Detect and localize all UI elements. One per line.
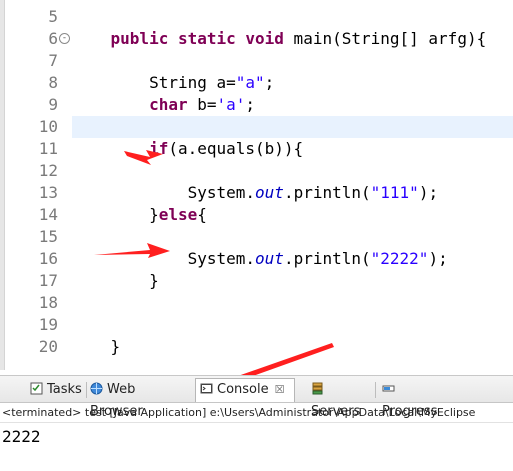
line-number: 17 bbox=[38, 271, 58, 290]
code-text: }else{ bbox=[72, 205, 207, 224]
code-text: System.out.println("2222"); bbox=[72, 249, 448, 268]
tab-servers[interactable]: Servers bbox=[307, 379, 373, 419]
console-icon bbox=[200, 382, 217, 397]
servers-icon bbox=[311, 382, 328, 397]
fold-toggle-icon[interactable]: - bbox=[59, 33, 70, 44]
code-text: } bbox=[72, 271, 159, 290]
code-text: if(a.equals(b)){ bbox=[149, 139, 304, 158]
console-panel: Tasks Web Browser Console ☒ Servers Progress … bbox=[0, 375, 513, 471]
code-text: char b='a'; bbox=[149, 95, 256, 114]
code-text: System.out.println("111"); bbox=[72, 183, 439, 202]
line-number: 10 bbox=[38, 117, 58, 136]
tab-separator bbox=[375, 382, 376, 398]
code-line[interactable]: 18 bbox=[0, 292, 513, 314]
line-number: 9 bbox=[48, 95, 58, 114]
code-text: } bbox=[72, 337, 121, 356]
code-text: public static void main(String[] arfg){ bbox=[110, 29, 487, 48]
line-number: 15 bbox=[38, 227, 58, 246]
code-line[interactable]: 20 } bbox=[0, 336, 513, 358]
code-line[interactable]: 9 char b='a'; bbox=[0, 94, 513, 116]
line-number: 12 bbox=[38, 161, 58, 180]
code-editor[interactable]: 5 6- public static void main(String[] arf… bbox=[0, 0, 513, 370]
code-text: String a="a"; bbox=[72, 73, 275, 92]
globe-icon bbox=[90, 382, 107, 397]
console-status: <terminated> test [Java Application] e:\… bbox=[0, 403, 513, 423]
line-number: 11 bbox=[38, 139, 58, 158]
line-number: 13 bbox=[38, 183, 58, 202]
code-line[interactable]: 14 }else{ bbox=[0, 204, 513, 226]
code-line[interactable]: 5 bbox=[0, 6, 513, 28]
line-number: 16 bbox=[38, 249, 58, 268]
code-line[interactable]: 12 bbox=[0, 160, 513, 182]
code-line[interactable]: 17 } bbox=[0, 270, 513, 292]
tab-web-browser[interactable]: Web Browser bbox=[86, 379, 188, 419]
line-number: 20 bbox=[38, 337, 58, 356]
code-line[interactable]: 19 bbox=[0, 314, 513, 336]
tab-label: Console bbox=[217, 382, 269, 397]
console-output[interactable]: 2222 bbox=[2, 426, 41, 448]
code-line[interactable]: 13 System.out.println("111"); bbox=[0, 182, 513, 204]
tab-console[interactable]: Console ☒ bbox=[195, 378, 295, 402]
line-number: 19 bbox=[38, 315, 58, 334]
close-icon[interactable]: ☒ bbox=[275, 383, 285, 396]
code-line[interactable]: 10 bbox=[0, 116, 513, 138]
tab-tasks[interactable]: Tasks bbox=[26, 379, 84, 401]
tasks-icon bbox=[30, 382, 47, 397]
console-tab-bar: Tasks Web Browser Console ☒ Servers Progress bbox=[0, 376, 513, 419]
line-number: 18 bbox=[38, 293, 58, 312]
line-number: 6 bbox=[48, 29, 58, 48]
progress-icon bbox=[382, 382, 399, 397]
code-line[interactable]: 16 System.out.println("2222"); bbox=[0, 248, 513, 270]
code-line[interactable]: 8 String a="a"; bbox=[0, 72, 513, 94]
code-line[interactable]: 7 bbox=[0, 50, 513, 72]
code-line[interactable]: 6- public static void main(String[] arfg… bbox=[0, 28, 513, 50]
line-number: 7 bbox=[48, 51, 58, 70]
code-line[interactable]: 15 bbox=[0, 226, 513, 248]
line-number: 14 bbox=[38, 205, 58, 224]
tab-progress[interactable]: Progress bbox=[378, 379, 454, 419]
line-number: 8 bbox=[48, 73, 58, 92]
line-number: 5 bbox=[48, 7, 58, 26]
tab-label: Tasks bbox=[47, 382, 82, 397]
code-line[interactable]: 11 if(a.equals(b)){ bbox=[0, 138, 513, 160]
